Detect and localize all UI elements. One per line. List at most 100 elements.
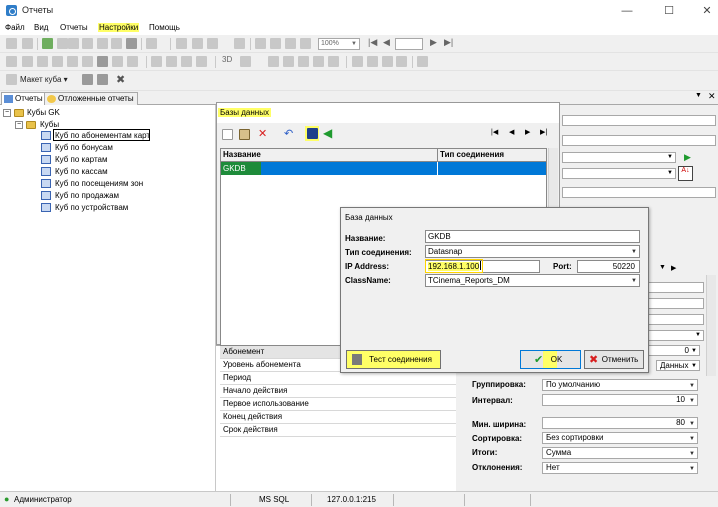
table-row[interactable]: GKDB	[221, 162, 546, 175]
back-arrow-icon[interactable]: ◀	[323, 126, 332, 140]
new-icon[interactable]	[222, 129, 233, 140]
format4-icon[interactable]	[52, 56, 63, 67]
conn-type-select[interactable]: Datasnap ▼	[425, 245, 640, 258]
prev-page-icon[interactable]: ◀	[383, 37, 390, 48]
collapse-icon[interactable]: −	[15, 121, 23, 129]
menu-view[interactable]: Вид	[33, 23, 49, 32]
format6-icon[interactable]	[82, 56, 93, 67]
view-icon[interactable]	[146, 38, 157, 49]
tree-item[interactable]: Куб по бонусам	[55, 143, 113, 152]
save-as-layout-icon[interactable]	[97, 74, 108, 85]
undo-icon[interactable]: ↶	[284, 127, 293, 140]
zoom-in-icon[interactable]	[352, 56, 363, 67]
save-icon[interactable]	[307, 128, 318, 139]
menu-help[interactable]: Помощь	[148, 23, 181, 32]
close-icon[interactable]: ✕	[700, 4, 714, 18]
cancel-button[interactable]: ✖ Отменить	[584, 350, 644, 369]
zoom-select[interactable]: 100% ▼	[318, 38, 360, 50]
page-view2-icon[interactable]	[270, 38, 281, 49]
save-layout-icon[interactable]	[82, 74, 93, 85]
menu-file[interactable]: Файл	[4, 23, 26, 32]
list-item[interactable]: Период	[220, 372, 456, 385]
panel-dropdown-icon[interactable]: ▼	[659, 264, 666, 271]
sort-icon[interactable]	[298, 56, 309, 67]
prev-record-icon[interactable]: ◀	[509, 128, 514, 136]
folder-open-icon[interactable]	[68, 38, 79, 49]
rp-field[interactable]	[562, 115, 716, 126]
panel-next-icon[interactable]: ▶	[671, 264, 676, 272]
page-view3-icon[interactable]	[285, 38, 296, 49]
cube-layout-button[interactable]: Макет куба ▾	[20, 75, 68, 84]
first-record-icon[interactable]: |◀	[491, 128, 498, 136]
tree-item[interactable]: Куб по продажам	[55, 191, 119, 200]
chart-type-icon[interactable]	[240, 56, 251, 67]
print-preview-icon[interactable]	[192, 38, 203, 49]
edit-icon[interactable]	[239, 129, 250, 140]
delete-icon[interactable]: ✕	[258, 127, 267, 140]
page-setup-icon[interactable]	[207, 38, 218, 49]
refresh-icon[interactable]	[42, 38, 53, 49]
menu-settings[interactable]: Настройки	[98, 23, 140, 32]
import-icon[interactable]	[126, 38, 137, 49]
label-3d[interactable]: 3D	[222, 55, 232, 64]
list-item[interactable]: Срок действия	[220, 424, 456, 437]
minwidth-stepper[interactable]: 80 ▼	[542, 417, 698, 429]
maximize-icon[interactable]: ☐	[662, 4, 676, 18]
rp-select[interactable]: ▼	[646, 330, 704, 341]
next-page-icon[interactable]: ▶	[430, 37, 437, 48]
next-record-icon[interactable]: ▶	[525, 128, 530, 136]
tools-icon[interactable]	[268, 56, 279, 67]
cube-layout-icon[interactable]	[6, 74, 17, 85]
data-select[interactable]: Данных ▼	[656, 360, 700, 371]
rp-field[interactable]	[646, 314, 704, 325]
cut-icon[interactable]	[283, 56, 294, 67]
sum-icon[interactable]	[97, 56, 108, 67]
format2-icon[interactable]	[22, 56, 33, 67]
minimize-icon[interactable]: —	[620, 4, 634, 18]
rp-field[interactable]	[646, 298, 704, 309]
list-item[interactable]: Конец действия	[220, 411, 456, 424]
tab-close-icon[interactable]: ✕	[708, 91, 716, 102]
grouping-select[interactable]: По умолчанию ▼	[542, 379, 698, 391]
totals-select[interactable]: Сумма ▼	[542, 447, 698, 459]
tab-dropdown-icon[interactable]: ▼	[695, 92, 702, 99]
paste-icon[interactable]	[97, 38, 108, 49]
menu-reports[interactable]: Отчеты	[59, 23, 89, 32]
interval-stepper[interactable]: 10 ▼	[542, 394, 698, 406]
zoom-out-icon[interactable]	[367, 56, 378, 67]
tree-item[interactable]: Куб по посещениям зон	[55, 179, 143, 188]
funnel-icon[interactable]	[417, 56, 428, 67]
tab-deferred-reports[interactable]: Отложенные отчеты	[44, 92, 138, 105]
layout-icon[interactable]	[328, 56, 339, 67]
filter2-icon[interactable]	[166, 56, 177, 67]
tree-folder[interactable]: Кубы	[40, 120, 59, 129]
format1-icon[interactable]	[6, 56, 17, 67]
filter1-icon[interactable]	[151, 56, 162, 67]
filter4-icon[interactable]	[196, 56, 207, 67]
last-record-icon[interactable]: ▶|	[540, 128, 547, 136]
print-setup-icon[interactable]	[176, 38, 187, 49]
rp-select[interactable]: ▼	[562, 152, 676, 163]
find-icon[interactable]	[234, 38, 245, 49]
port-input[interactable]: 50220	[577, 260, 640, 273]
tab-reports[interactable]: Отчеты	[1, 92, 47, 105]
chart-icon[interactable]	[112, 56, 123, 67]
table-icon[interactable]	[313, 56, 324, 67]
rp-field[interactable]	[646, 282, 704, 293]
test-connection-button[interactable]: Тест соединения	[346, 350, 441, 369]
filter3-icon[interactable]	[181, 56, 192, 67]
delete-icon[interactable]	[22, 38, 33, 49]
rp-select[interactable]: ▼	[562, 168, 676, 179]
page-view1-icon[interactable]	[255, 38, 266, 49]
zoom-fit-icon[interactable]	[382, 56, 393, 67]
classname-select[interactable]: TCinema_Reports_DM ▼	[425, 274, 640, 287]
tree-item[interactable]: Куб по устройствам	[55, 203, 128, 212]
rp-field[interactable]	[562, 187, 716, 198]
page-number-input[interactable]	[395, 38, 423, 50]
copy-icon[interactable]	[82, 38, 93, 49]
delete-layout-icon[interactable]: ✖	[116, 73, 125, 86]
save-icon[interactable]	[6, 38, 17, 49]
ok-button[interactable]: ✔ OK	[520, 350, 581, 369]
format5-icon[interactable]	[67, 56, 78, 67]
sort-az-icon[interactable]: A↓	[678, 166, 693, 181]
